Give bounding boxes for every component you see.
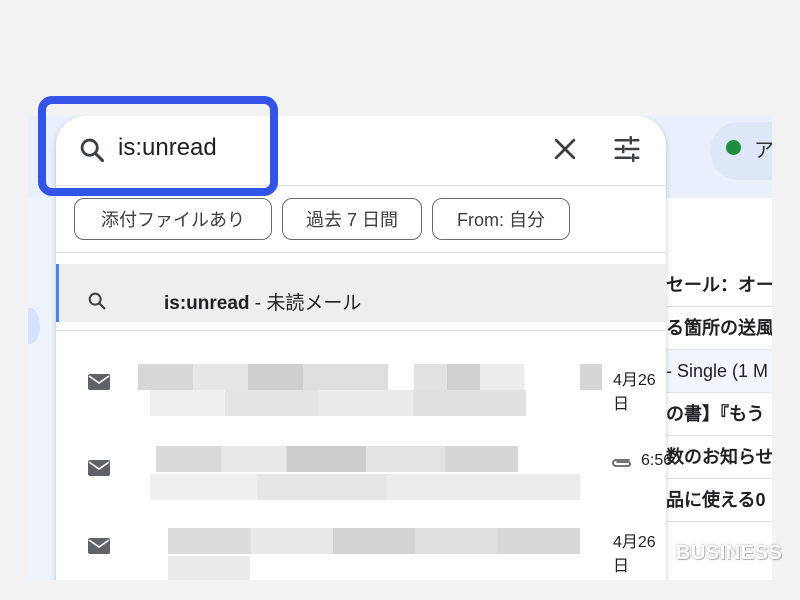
divider [56,330,666,331]
redacted-sender [168,528,580,554]
chip-last-7-days[interactable]: 過去 7 日間 [282,198,422,240]
status-label: ア [754,140,772,162]
watermark-logo: BUSINESS [676,542,783,564]
status-active-dot [726,140,741,155]
suggestion-focus-bar [56,264,59,322]
search-highlight-box [38,96,278,196]
redacted-snippet [150,474,580,500]
background-mail-row[interactable]: 品に使える0 [658,479,772,522]
redacted-snippet [150,390,526,416]
mail-icon [88,460,110,476]
mail-result[interactable]: 6:56 [56,434,672,514]
redacted-subject [414,364,524,390]
chip-from-me[interactable]: From: 自分 [432,198,570,240]
redacted-sender [156,446,518,472]
suggestion-operator: is:unread [164,293,250,314]
mail-result[interactable]: 4月26日 [56,522,666,580]
mail-time: 4月26日 [613,534,656,575]
redacted-block [580,364,602,390]
gmail-sidebar [28,198,58,580]
mail-icon [88,538,110,554]
search-icon [88,292,106,310]
divider [56,252,666,253]
mail-time: 4月26日 [613,372,656,413]
close-icon[interactable] [550,134,580,164]
chip-has-attachment[interactable]: 添付ファイルあり [74,198,272,240]
background-mail-row[interactable]: - Single (1 M [658,350,772,393]
tune-icon[interactable] [612,134,642,164]
mail-time: 6:56 [641,452,673,469]
background-mail-row[interactable]: セール：オー [658,264,772,307]
mail-result[interactable]: 4月26日 [56,348,666,428]
background-mail-row[interactable]: 数のお知らせ [658,436,772,479]
suggestion-label[interactable]: is:unread - 未読メール [164,288,361,315]
attachment-icon [612,459,631,467]
redacted-sender [138,364,388,390]
background-mail-row[interactable]: の書】『もう [658,393,772,436]
suggestion-description: - 未読メール [249,293,362,314]
background-mail-row[interactable]: る箇所の送風 [658,307,772,350]
background-mail-list: セール：オー る箇所の送風 - Single (1 M の書】『もう 数のお知ら… [658,264,772,522]
mail-icon [88,374,110,390]
redacted-snippet [168,556,250,580]
